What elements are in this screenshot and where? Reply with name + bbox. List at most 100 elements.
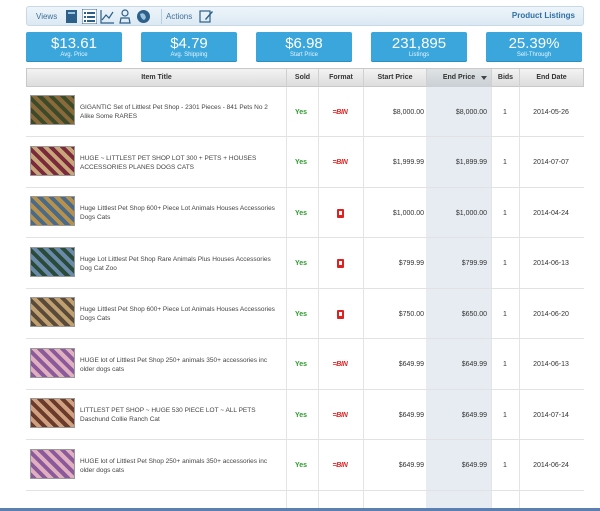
toolbar: Views Actions Product Listings <box>26 6 584 26</box>
auction-icon <box>336 208 344 218</box>
end-date-value: 2014-05-26 <box>533 108 569 116</box>
item-title-link[interactable]: Huge Lot Littlest Pet Shop Rare Animals … <box>80 239 280 289</box>
col-end-date[interactable]: End Date <box>520 69 583 87</box>
end-date-value: 2014-06-13 <box>533 260 569 267</box>
buy-it-now-icon: =BIN <box>332 411 348 419</box>
sold-value: Yes <box>294 310 308 318</box>
sort-down-icon <box>481 76 487 80</box>
end-price-value: $799.99 <box>461 260 487 267</box>
end-date-value: 2014-06-13 <box>533 361 569 368</box>
table-row[interactable]: HUGE ~ LITTLEST PET SHOP LOT 300 + PETS … <box>26 138 584 188</box>
bids-value: 1 <box>503 361 507 368</box>
bids-value: 1 <box>503 108 507 116</box>
col-format[interactable]: Format <box>319 69 364 87</box>
list-icon[interactable] <box>81 8 98 25</box>
end-price-value: $8,000.00 <box>455 108 487 116</box>
bids-value: 1 <box>503 260 507 267</box>
buy-it-now-icon: =BIN <box>332 108 348 116</box>
start-price-value: $799.99 <box>398 260 424 267</box>
col-sold[interactable]: Sold <box>287 69 319 87</box>
end-price-value: $649.99 <box>461 361 487 368</box>
item-title-link[interactable]: Huge Littlest Pet Shop 600+ Piece Lot An… <box>80 289 280 339</box>
end-price-value: $649.99 <box>461 462 487 469</box>
item-title-link[interactable]: Huge Littlest Pet Shop 600+ Piece Lot An… <box>80 188 280 238</box>
stat-value: 231,895 <box>391 35 447 52</box>
format-cell: =BIN <box>320 138 360 188</box>
stat-start-price: $6.98 Start Price <box>256 32 352 62</box>
end-date-value: 2014-07-14 <box>533 411 569 419</box>
table-row[interactable]: GIGANTIC Set of Littlest Pet Shop - 2301… <box>26 87 584 137</box>
globe-icon[interactable] <box>136 9 151 24</box>
end-price-value: $1,899.99 <box>455 159 487 166</box>
start-price-value: $8,000.00 <box>392 108 424 116</box>
end-date-value: 2014-06-20 <box>533 310 569 318</box>
col-end-price[interactable]: End Price <box>427 69 492 87</box>
stat-avg-price: $13.61 Avg. Price <box>26 32 122 62</box>
person-report-icon[interactable] <box>118 9 133 24</box>
format-cell <box>320 289 360 339</box>
item-title-link[interactable]: LITTLEST PET SHOP ~ HUGE 530 PIECE LOT ~… <box>80 390 280 440</box>
bids-value: 1 <box>503 209 507 217</box>
end-date-value: 2014-07-07 <box>533 159 569 166</box>
item-thumbnail[interactable] <box>30 347 75 378</box>
sold-value: Yes <box>294 108 308 116</box>
item-title-link[interactable]: HUGE lot of Littlest Pet Shop 250+ anima… <box>80 441 280 491</box>
item-title-link[interactable]: GIGANTIC Set of Littlest Pet Shop - 2301… <box>80 87 280 137</box>
toolbar-divider <box>161 9 162 24</box>
end-date-value: 2014-04-24 <box>533 209 569 217</box>
sold-value: Yes <box>294 260 308 267</box>
product-listings-link[interactable]: Product Listings <box>512 11 575 20</box>
format-cell <box>320 188 360 238</box>
item-thumbnail[interactable] <box>30 196 75 226</box>
sold-value: Yes <box>294 361 308 368</box>
table-row[interactable]: LITTLEST PET SHOP ~ HUGE 530 PIECE LOT ~… <box>26 390 584 440</box>
sold-value: Yes <box>294 411 308 419</box>
item-thumbnail[interactable] <box>30 297 75 327</box>
table-row[interactable]: Huge Littlest Pet Shop 600+ Piece Lot An… <box>26 289 584 339</box>
format-cell: =BIN <box>320 340 360 390</box>
stat-value: $6.98 <box>285 35 323 52</box>
format-cell: =BIN <box>320 441 360 491</box>
sold-value: Yes <box>294 159 308 166</box>
col-item-title[interactable]: Item Title <box>27 69 287 87</box>
start-price-value: $649.99 <box>398 462 424 469</box>
col-bids[interactable]: Bids <box>492 69 520 87</box>
bids-value: 1 <box>503 159 507 166</box>
item-thumbnail[interactable] <box>30 246 75 277</box>
stat-listings: 231,895 Listings <box>371 32 467 62</box>
table-row[interactable]: Huge Lot Littlest Pet Shop Rare Animals … <box>26 239 584 289</box>
item-thumbnail[interactable] <box>30 145 75 176</box>
actions-label: Actions <box>166 12 193 21</box>
format-cell: =BIN <box>320 87 360 137</box>
edit-icon[interactable] <box>199 9 214 24</box>
line-chart-icon[interactable] <box>100 9 115 24</box>
table-row[interactable]: Huge Littlest Pet Shop 600+ Piece Lot An… <box>26 188 584 238</box>
item-thumbnail[interactable] <box>30 95 75 125</box>
bids-value: 1 <box>503 411 507 419</box>
auction-icon <box>336 259 344 268</box>
stat-label: Sell-Through <box>516 52 552 58</box>
stat-label: Listings <box>408 52 430 58</box>
item-title-link[interactable]: HUGE lot of Littlest Pet Shop 250+ anima… <box>80 340 280 390</box>
bids-value: 1 <box>503 310 507 318</box>
table-row[interactable]: HUGE lot of Littlest Pet Shop 250+ anima… <box>26 441 584 491</box>
col-start-price[interactable]: Start Price <box>364 69 427 87</box>
end-price-value: $650.00 <box>461 310 487 318</box>
format-cell <box>320 239 360 289</box>
start-price-value: $750.00 <box>398 310 424 318</box>
sold-value: Yes <box>294 462 308 469</box>
item-thumbnail[interactable] <box>30 398 75 428</box>
table-row[interactable]: HUGE lot of Littlest Pet Shop 250+ anima… <box>26 340 584 390</box>
end-price-value: $649.99 <box>461 411 487 419</box>
end-price-value: $1,000.00 <box>455 209 487 217</box>
end-date-value: 2014-06-24 <box>533 462 569 469</box>
stat-avg-shipping: $4.79 Avg. Shipping <box>141 32 237 62</box>
listings-table: Item Title Sold Format Start Price End P… <box>26 68 584 511</box>
book-icon[interactable] <box>64 9 79 24</box>
sold-value: Yes <box>294 209 308 217</box>
buy-it-now-icon: =BIN <box>332 361 348 368</box>
buy-it-now-icon: =BIN <box>332 159 348 166</box>
item-thumbnail[interactable] <box>30 448 75 479</box>
item-title-link[interactable]: HUGE ~ LITTLEST PET SHOP LOT 300 + PETS … <box>80 138 280 188</box>
buy-it-now-icon: =BIN <box>332 462 348 469</box>
